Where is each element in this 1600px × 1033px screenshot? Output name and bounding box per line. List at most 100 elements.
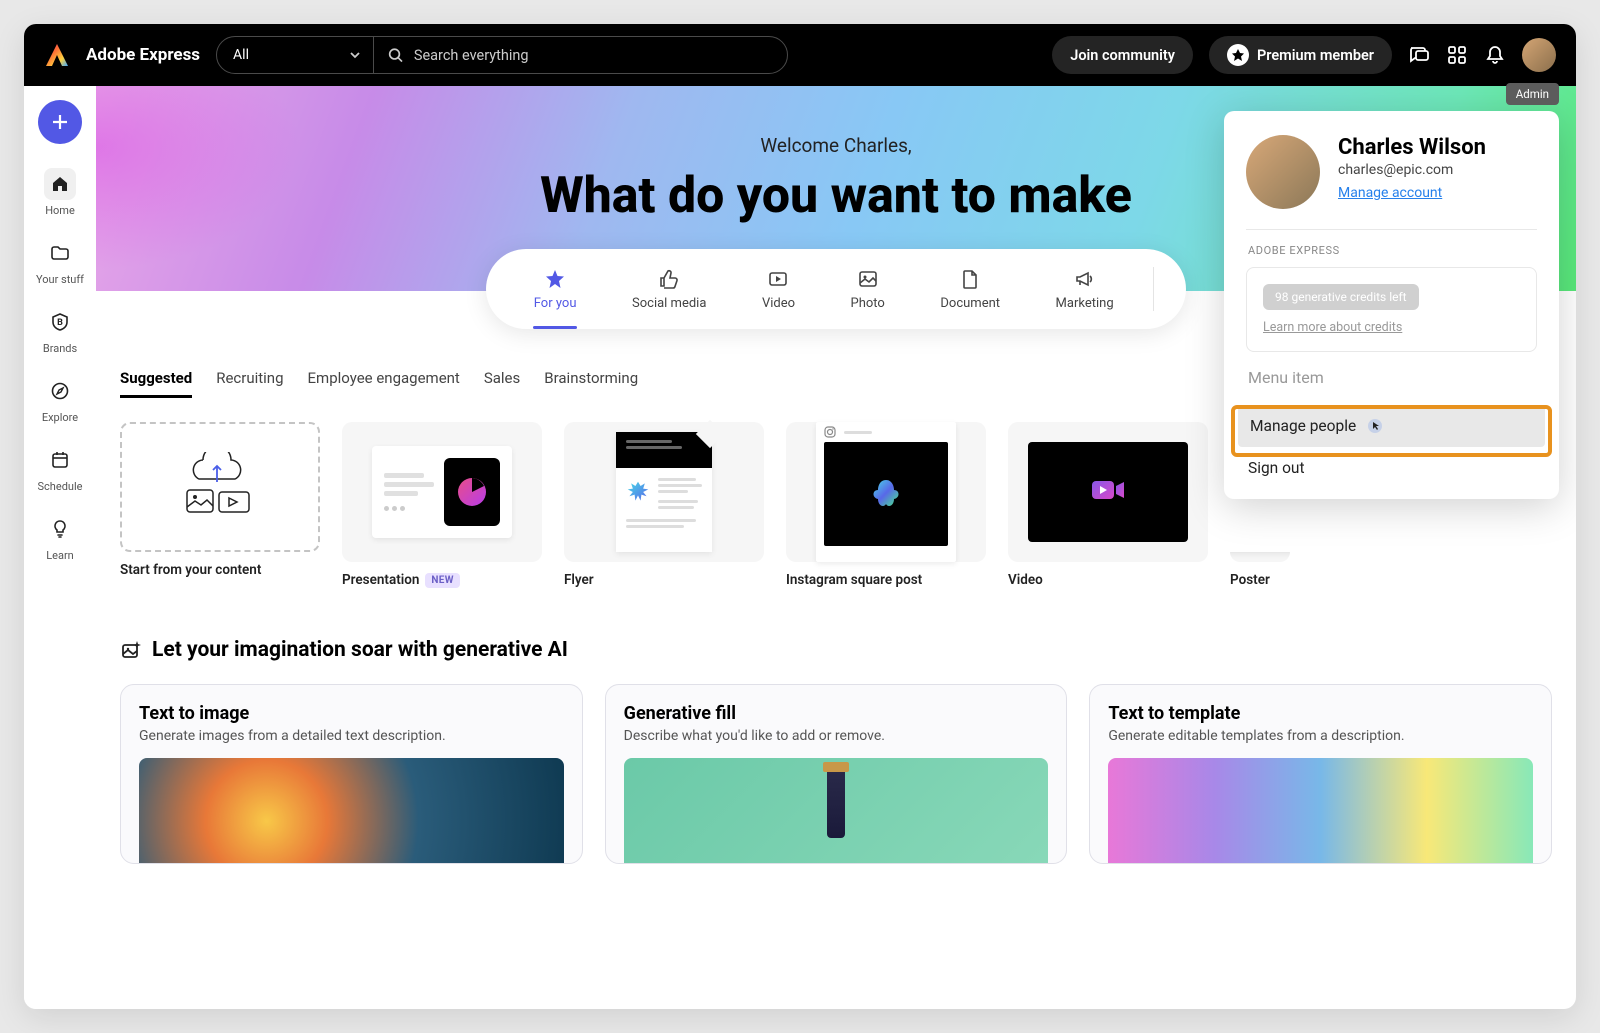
sidebar-item-label: Your stuff: [36, 273, 84, 286]
category-document[interactable]: Document: [924, 268, 1016, 311]
template-caption: Flyer: [564, 572, 764, 588]
ai-card-title: Generative fill: [624, 703, 1049, 724]
sidebar-item-brands[interactable]: B Brands: [30, 300, 90, 365]
search-icon: [388, 47, 404, 64]
ai-card-subtitle: Describe what you'd like to add or remov…: [624, 728, 1049, 744]
template-caption: Start from your content: [120, 562, 320, 578]
sidebar-item-label: Brands: [43, 342, 77, 355]
chat-icon[interactable]: [1408, 44, 1430, 66]
profile-dropdown: Admin Charles Wilson charles@epic.com Ma…: [1224, 111, 1559, 499]
search-filter-label: All: [233, 47, 249, 63]
tab-employee-engagement[interactable]: Employee engagement: [308, 369, 460, 398]
premium-member-button[interactable]: Premium member: [1209, 36, 1392, 74]
sidebar-item-label: Home: [45, 204, 75, 217]
category-marketing[interactable]: Marketing: [1040, 268, 1130, 311]
ai-cards-row: Text to image Generate images from a det…: [120, 684, 1552, 864]
ai-card-subtitle: Generate images from a detailed text des…: [139, 728, 564, 744]
adobe-express-logo-icon: [44, 42, 70, 68]
template-video[interactable]: Video: [1008, 422, 1208, 588]
hero-title: What do you want to make: [540, 167, 1132, 225]
ai-card-subtitle: Generate editable templates from a descr…: [1108, 728, 1533, 744]
search-bar: All: [216, 36, 788, 74]
manage-account-link[interactable]: Manage account: [1338, 185, 1442, 201]
user-avatar[interactable]: [1522, 38, 1556, 72]
profile-email: charles@epic.com: [1338, 162, 1486, 178]
premium-icon: [1227, 44, 1249, 66]
document-icon: [959, 268, 981, 290]
template-caption: Video: [1008, 572, 1208, 588]
create-button[interactable]: [38, 100, 82, 144]
category-for-you[interactable]: For you: [518, 268, 593, 311]
lightbulb-icon: [44, 513, 76, 545]
template-instagram-post[interactable]: Instagram square post: [786, 422, 986, 588]
cursor-icon: [1366, 417, 1384, 435]
sidebar-item-learn[interactable]: Learn: [30, 507, 90, 572]
admin-badge: Admin: [1506, 83, 1559, 105]
sidebar-item-label: Explore: [42, 411, 78, 424]
ai-card-title: Text to template: [1108, 703, 1533, 724]
category-social-media[interactable]: Social media: [616, 268, 722, 311]
template-start-from-content[interactable]: Start from your content: [120, 422, 320, 588]
star-icon: [544, 268, 566, 290]
upload-icon: [175, 452, 265, 522]
top-bar: Adobe Express All Join community Premium…: [24, 24, 1576, 86]
chevron-down-icon: [349, 49, 361, 61]
compass-icon: [44, 375, 76, 407]
sidebar-item-label: Learn: [46, 549, 74, 562]
menu-item-placeholder[interactable]: Menu item: [1224, 368, 1559, 405]
profile-avatar: [1246, 135, 1320, 209]
sidebar-item-home[interactable]: Home: [30, 162, 90, 227]
profile-name: Charles Wilson: [1338, 135, 1486, 160]
video-icon: [767, 268, 789, 290]
learn-credits-link[interactable]: Learn more about credits: [1263, 320, 1520, 335]
ai-card-title: Text to image: [139, 703, 564, 724]
app-window: Adobe Express All Join community Premium…: [24, 24, 1576, 1009]
profile-section-label: ADOBE EXPRESS: [1224, 244, 1559, 257]
category-photo[interactable]: Photo: [835, 268, 901, 311]
apps-grid-icon[interactable]: [1446, 44, 1468, 66]
search-input-wrap: [374, 47, 775, 64]
ai-preview-image: [624, 758, 1049, 863]
brand-icon: B: [44, 306, 76, 338]
template-caption: Poster: [1230, 572, 1290, 588]
tab-brainstorming[interactable]: Brainstorming: [544, 369, 638, 398]
sidebar-item-explore[interactable]: Explore: [30, 369, 90, 434]
ai-preview-image: [1108, 758, 1533, 863]
ai-preview-image: [139, 758, 564, 863]
ai-section-heading: Let your imagination soar with generativ…: [120, 638, 1552, 662]
sidebar-item-your-stuff[interactable]: Your stuff: [30, 231, 90, 296]
megaphone-icon: [1074, 268, 1096, 290]
hero-welcome: Welcome Charles,: [760, 134, 911, 157]
sidebar: Home Your stuff B Brands Explore Schedul…: [24, 86, 96, 1009]
ai-card-text-to-image[interactable]: Text to image Generate images from a det…: [120, 684, 583, 864]
sidebar-item-label: Schedule: [38, 480, 83, 493]
calendar-icon: [44, 444, 76, 476]
tab-sales[interactable]: Sales: [484, 369, 520, 398]
ai-card-text-to-template[interactable]: Text to template Generate editable templ…: [1089, 684, 1552, 864]
photo-icon: [857, 268, 879, 290]
manage-people-item[interactable]: Manage people: [1238, 405, 1545, 447]
search-filter-select[interactable]: All: [217, 37, 374, 73]
template-presentation[interactable]: Presentation NEW: [342, 422, 542, 588]
svg-text:B: B: [57, 318, 63, 328]
thumbs-up-icon: [658, 268, 680, 290]
search-input[interactable]: [414, 47, 775, 64]
category-video[interactable]: Video: [746, 268, 811, 311]
notifications-icon[interactable]: [1484, 44, 1506, 66]
tab-recruiting[interactable]: Recruiting: [216, 369, 283, 398]
template-caption: Presentation: [342, 572, 419, 588]
credits-box: 98 generative credits left Learn more ab…: [1246, 267, 1537, 352]
sign-out-item[interactable]: Sign out: [1224, 447, 1559, 489]
sidebar-item-schedule[interactable]: Schedule: [30, 438, 90, 503]
instagram-icon: [824, 426, 836, 438]
sparkle-icon: [120, 639, 142, 661]
brand-name: Adobe Express: [86, 45, 200, 65]
tab-suggested[interactable]: Suggested: [120, 369, 192, 398]
folder-icon: [44, 237, 76, 269]
join-community-button[interactable]: Join community: [1052, 36, 1193, 74]
credits-chip: 98 generative credits left: [1263, 284, 1419, 310]
new-badge: NEW: [425, 573, 459, 588]
ai-card-generative-fill[interactable]: Generative fill Describe what you'd like…: [605, 684, 1068, 864]
template-flyer[interactable]: Flyer: [564, 422, 764, 588]
home-icon: [44, 168, 76, 200]
